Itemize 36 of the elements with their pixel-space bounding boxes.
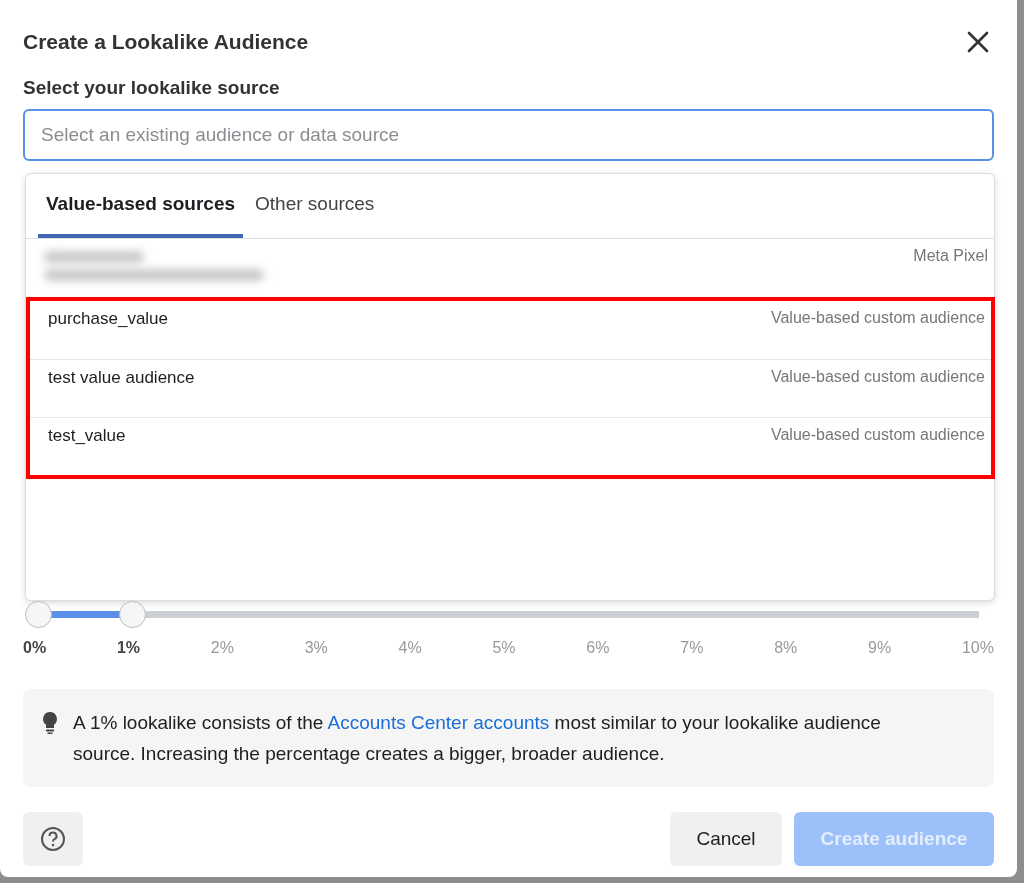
tick-label: 6% — [586, 639, 610, 657]
tick-label: 9% — [868, 639, 892, 657]
source-option[interactable]: Meta Pixel — [26, 239, 994, 297]
tick-label: 5% — [492, 639, 516, 657]
tab[interactable]: Other sources — [247, 174, 383, 238]
source-option[interactable]: test_value Value-based custom audience — [30, 417, 991, 475]
info-text: A 1% lookalike consists of the Accounts Center accounts most similar to your lookalike audience source. Increasing the percentage creates a bigger, broader audience. — [73, 711, 882, 766]
tick-label: 10% — [961, 639, 994, 657]
tick-label: 0% — [23, 639, 47, 657]
tick-label: 3% — [304, 639, 328, 657]
dialog-title: Create a Lookalike Audience — [23, 30, 309, 54]
source-type: Value-based custom audience — [770, 368, 985, 387]
source-option[interactable]: purchase_value Value-based custom audience — [30, 301, 991, 359]
source-type: Meta Pixel — [913, 247, 988, 266]
slider-handle[interactable] — [25, 600, 52, 628]
tick-label: 8% — [774, 639, 798, 657]
tick-label: 2% — [210, 639, 234, 657]
source-type: Value-based custom audience — [770, 309, 985, 328]
audience-name: purchase_value — [48, 309, 169, 330]
field-label: Select your lookalike source — [23, 77, 281, 99]
search-field[interactable]: Select an existing audience or data source — [23, 109, 994, 161]
tick-label: 7% — [680, 639, 704, 657]
help-button[interactable] — [23, 812, 83, 866]
audience-name: test value audience — [48, 368, 195, 389]
tick-label: 4% — [398, 639, 422, 657]
source-type: Value-based custom audience — [770, 426, 985, 445]
source-option[interactable]: test value audience Value-based custom audience — [30, 359, 991, 417]
audience-name: test_value — [48, 426, 126, 447]
tab[interactable]: Value-based sources — [38, 174, 244, 238]
tick-label: 1% — [116, 639, 140, 657]
percentage-slider[interactable] — [23, 601, 979, 627]
accounts-link[interactable]: Accounts Center accounts — [327, 712, 550, 733]
help-icon — [40, 826, 66, 852]
lightbulb-icon — [41, 711, 59, 735]
cancel-button[interactable]: Cancel — [670, 812, 782, 866]
slider-handle[interactable] — [119, 600, 146, 628]
